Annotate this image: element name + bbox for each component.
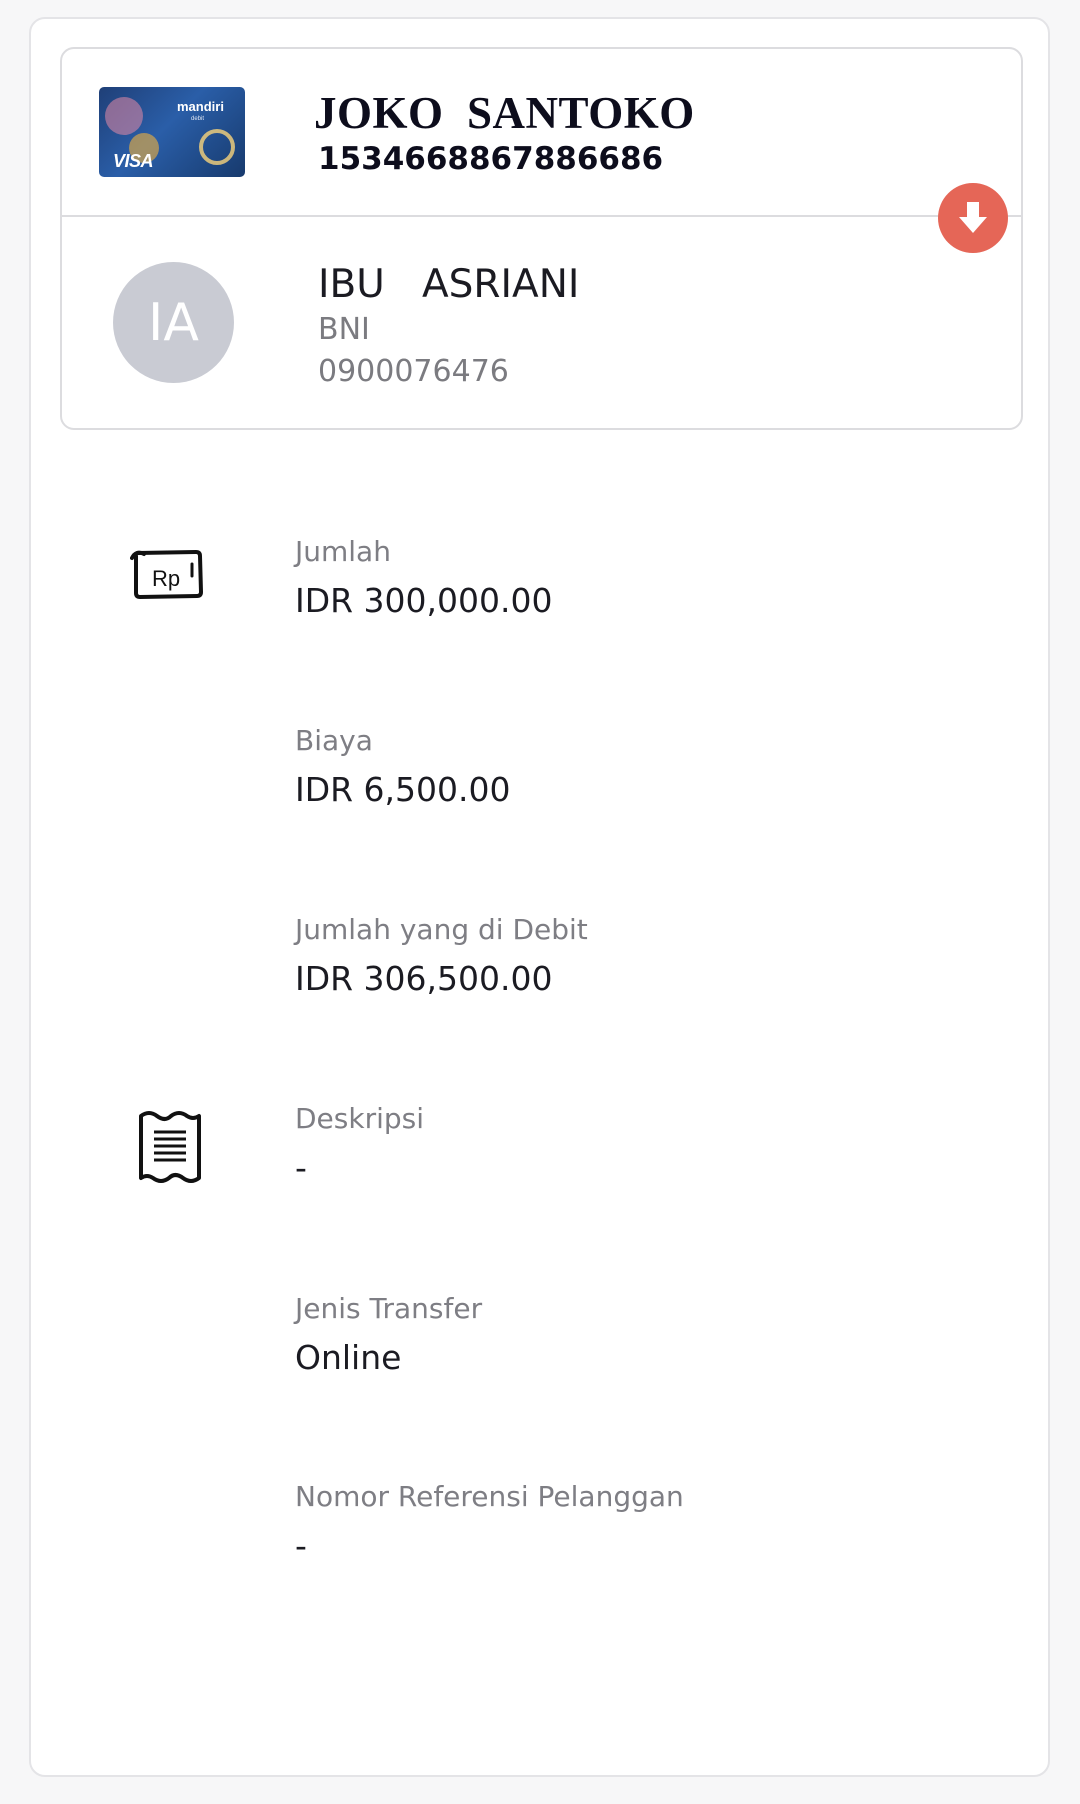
card-decoration [105, 97, 143, 135]
transfer-detail-sheet: mandiri debit VISA JOKO SANTOKO 15346688… [29, 17, 1050, 1777]
transfer-direction-button[interactable] [938, 183, 1008, 253]
fee-label: Biaya [295, 724, 373, 757]
customer-reference-value: - [295, 1526, 307, 1565]
svg-text:Rp: Rp [152, 566, 180, 591]
recipient-avatar: IA [113, 262, 234, 383]
transfer-type-label: Jenis Transfer [295, 1292, 483, 1325]
fee-value: IDR 6,500.00 [295, 770, 511, 809]
card-brand-logo: mandiri [177, 99, 224, 114]
customer-reference-label: Nomor Referensi Pelanggan [295, 1480, 684, 1513]
sender-name: JOKO SANTOKO [314, 88, 695, 138]
amount-value: IDR 300,000.00 [295, 581, 553, 620]
rupiah-money-icon: Rp [130, 548, 206, 606]
amount-label: Jumlah [295, 535, 391, 568]
debit-card-image: mandiri debit VISA [99, 87, 245, 177]
transfer-summary-card: mandiri debit VISA JOKO SANTOKO 15346688… [60, 47, 1023, 430]
card-network-logo: VISA [113, 151, 154, 171]
description-value: - [295, 1148, 307, 1187]
card-divider [62, 215, 1021, 217]
sender-account-number: 1534668867886686 [318, 141, 664, 177]
debited-amount-label: Jumlah yang di Debit [295, 913, 588, 946]
card-decoration [199, 129, 235, 165]
arrow-down-icon [959, 202, 987, 233]
transfer-type-value: Online [295, 1338, 402, 1377]
recipient-name: IBU ASRIANI [318, 262, 580, 307]
debited-amount-value: IDR 306,500.00 [295, 959, 553, 998]
recipient-bank: BNI [318, 312, 370, 347]
receipt-icon [137, 1108, 203, 1190]
recipient-account-number: 0900076476 [318, 354, 509, 389]
card-brand-sub: debit [191, 116, 205, 122]
description-label: Deskripsi [295, 1102, 425, 1135]
